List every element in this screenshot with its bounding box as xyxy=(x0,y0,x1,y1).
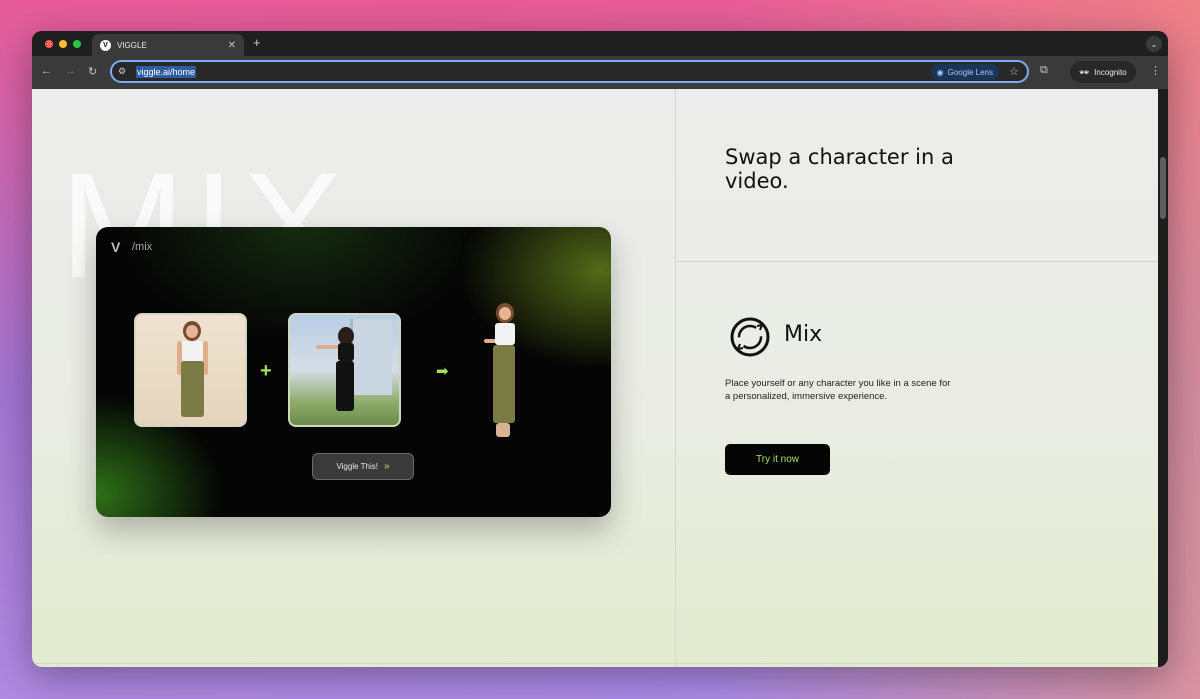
building-backdrop xyxy=(350,319,392,395)
plus-icon: + xyxy=(260,360,272,382)
mix-demo-card: V /mix + ➡ Viggle This! » xyxy=(96,227,611,517)
card-label: /mix xyxy=(132,241,153,253)
star-icon[interactable]: ☆ xyxy=(1009,65,1019,78)
section-divider xyxy=(677,261,1158,262)
tab-strip: V VIGGLE ✕ + ⌄ xyxy=(32,31,1168,56)
dancer-arm xyxy=(316,345,340,349)
result-top xyxy=(495,323,515,345)
google-lens-button[interactable]: ◉ Google Lens xyxy=(930,64,999,80)
kebab-icon[interactable]: ⋮ xyxy=(1150,64,1161,77)
result-pants xyxy=(493,345,515,423)
info-pane: Swap a character in a video. Mix Place y… xyxy=(677,89,1158,667)
incognito-badge[interactable]: 🕶 Incognito xyxy=(1070,61,1136,83)
viggle-this-label: Viggle This! xyxy=(336,462,378,471)
incognito-label: Incognito xyxy=(1094,67,1127,77)
result-character xyxy=(484,303,524,448)
tab-title: VIGGLE xyxy=(117,40,147,50)
close-window-button[interactable] xyxy=(45,40,53,48)
window-controls xyxy=(45,40,81,48)
try-it-now-button[interactable]: Try it now xyxy=(725,444,830,475)
zoom-window-button[interactable] xyxy=(73,40,81,48)
result-shoes xyxy=(496,423,510,437)
page-viewport: MIX V /mix + ➡ Viggle This! » Swap a cha… xyxy=(32,89,1158,667)
dancer-top xyxy=(338,343,354,361)
incognito-icon: 🕶 xyxy=(1079,67,1090,77)
character-pants xyxy=(181,361,204,417)
close-icon[interactable]: ✕ xyxy=(228,40,236,51)
viggle-this-button[interactable]: Viggle This! » xyxy=(312,453,414,480)
feature-title: Mix xyxy=(784,322,823,347)
toolbar: ← → ↻ ⚙ viggle.ai/home ◉ Google Lens ☆ ⧉… xyxy=(32,56,1168,89)
address-bar[interactable]: ⚙ viggle.ai/home ◉ Google Lens ☆ xyxy=(110,60,1029,83)
arrow-right-icon: ➡ xyxy=(436,363,449,380)
extensions-icon[interactable]: ⧉ xyxy=(1040,64,1048,77)
browser-tab[interactable]: V VIGGLE ✕ xyxy=(92,34,244,56)
feature-description: Place yourself or any character you like… xyxy=(725,378,951,402)
browser-window: V VIGGLE ✕ + ⌄ ← → ↻ ⚙ viggle.ai/home ◉ … xyxy=(32,31,1168,667)
chevron-down-icon[interactable]: ⌄ xyxy=(1146,36,1162,52)
viggle-favicon-icon: V xyxy=(100,39,111,51)
lens-icon: ◉ xyxy=(936,67,944,77)
viggle-logo-icon: V xyxy=(111,239,121,255)
reload-icon[interactable]: ↻ xyxy=(88,65,97,78)
character-thumbnail xyxy=(134,313,247,427)
mix-icon xyxy=(730,317,770,357)
character-face xyxy=(186,325,198,338)
lens-label: Google Lens xyxy=(947,67,993,77)
plus-icon[interactable]: + xyxy=(253,35,261,50)
demo-pane: MIX V /mix + ➡ Viggle This! » xyxy=(32,89,676,667)
scrollbar-thumb[interactable] xyxy=(1160,157,1166,219)
url-text[interactable]: viggle.ai/home xyxy=(136,65,197,78)
video-thumbnail xyxy=(288,313,401,427)
bottom-divider xyxy=(32,663,1158,664)
section-headline: Swap a character in a video. xyxy=(725,145,954,193)
result-face xyxy=(499,307,511,320)
minimize-window-button[interactable] xyxy=(59,40,67,48)
back-icon[interactable]: ← xyxy=(41,65,52,77)
character-top xyxy=(182,341,203,361)
double-chevron-icon: » xyxy=(383,461,390,472)
forward-icon[interactable]: → xyxy=(65,65,76,77)
dancer-pants xyxy=(336,361,354,411)
site-settings-icon[interactable]: ⚙ xyxy=(118,66,136,77)
scrollbar[interactable] xyxy=(1158,89,1168,667)
